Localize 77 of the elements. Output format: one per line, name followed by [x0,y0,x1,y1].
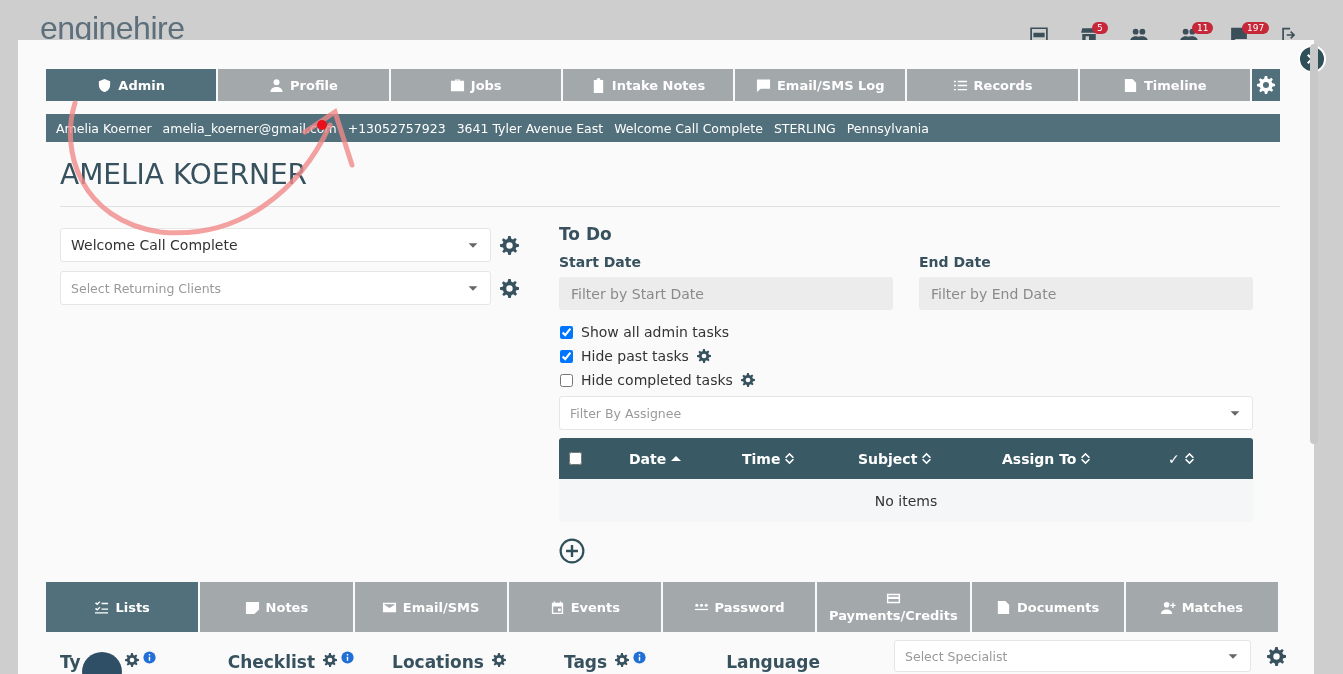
tab[interactable]: Payments/Credits [817,582,970,632]
checkbox[interactable] [560,349,573,363]
tab[interactable]: Events [508,582,661,632]
section-title: Ty [60,652,81,672]
settings-icon[interactable] [740,373,755,387]
section-title: Checklist [227,652,316,672]
checkbox[interactable] [560,325,573,339]
date-field[interactable]: Filter by End Date [919,277,1253,310]
settings-icon [1256,76,1275,94]
tab[interactable]: Admin [46,69,217,101]
column-header[interactable]: Subject [858,450,1002,467]
info-text: Pennsylvania [846,120,929,136]
settings-icon[interactable] [323,653,338,667]
person-icon [269,77,285,93]
tab[interactable]: Email/SMS [354,582,507,632]
settings-button[interactable] [1251,69,1280,101]
note-icon [244,599,260,615]
tab[interactable]: Matches [1125,582,1278,632]
tab[interactable]: Jobs [390,69,561,101]
info-text: Welcome Call Complete [614,120,763,136]
column-header[interactable]: Date [612,450,742,467]
section-title: Language [726,652,820,672]
info-text: STERLING [773,120,836,136]
tab[interactable]: Timeline [1079,69,1250,101]
settings-icon[interactable] [492,653,506,667]
logo: enginehire [40,10,185,47]
settings-icon[interactable] [696,349,711,363]
settings-icon[interactable] [1267,646,1286,666]
checklist-icon [94,599,110,615]
dropdown[interactable]: Select Returning Clients [60,271,491,305]
checkbox-label: Show all admin tasks [581,324,730,340]
dropdown[interactable]: Select Specialist [894,640,1251,672]
info-text: +13052757923 [347,120,446,136]
tab[interactable]: Records [907,69,1078,101]
chat-icon [755,77,771,93]
checkbox[interactable] [569,452,582,465]
count-badge: 11 [1192,22,1214,34]
tab[interactable]: Profile [218,69,389,101]
column-header[interactable]: Time [742,450,858,467]
tab[interactable]: Notes [200,582,353,632]
calendar-icon [549,599,565,615]
tab[interactable]: Intake Notes [562,69,734,101]
tab[interactable]: Lists [46,582,199,632]
count-badge: 197 [1242,22,1270,34]
dropdown[interactable]: Filter By Assignee [559,396,1253,430]
settings-icon[interactable] [124,653,139,667]
settings-icon[interactable] [500,278,519,298]
checkbox-label: Hide completed tasks [581,372,733,388]
checkbox-label: Hide past tasks [581,348,689,364]
tab[interactable]: Email/SMS Log [735,69,906,101]
date-field[interactable]: Filter by Start Date [559,277,893,310]
column-header[interactable]: ✓ [1168,450,1194,467]
field-label: Start Date [559,254,642,270]
client-name: AMELIA KOERNER [60,158,309,192]
tab[interactable]: Documents [971,582,1124,632]
checkbox[interactable] [560,373,573,387]
dots-icon [693,603,709,611]
shield-icon [97,77,113,93]
section-title: Locations [392,652,484,672]
settings-icon[interactable] [615,653,630,667]
tab[interactable]: Password [663,582,816,632]
info-text: 3641 Tyler Avenue East [456,120,604,136]
field-label: End Date [919,254,992,270]
count-badge: 5 [1092,22,1108,34]
person-plus-icon [1160,599,1176,615]
add-icon[interactable] [559,538,585,564]
section-title: Tags [564,652,608,672]
settings-icon[interactable] [500,235,519,255]
section-title: To Do [559,224,613,244]
briefcase-icon [449,77,465,93]
empty-message: No items [874,492,938,509]
card-icon [885,591,901,606]
scrollbar[interactable] [1310,44,1318,444]
document-icon [1123,77,1138,93]
column-header[interactable]: Assign To [1002,450,1168,467]
document-icon [996,599,1011,615]
dropdown[interactable]: Welcome Call Complete [60,228,491,262]
